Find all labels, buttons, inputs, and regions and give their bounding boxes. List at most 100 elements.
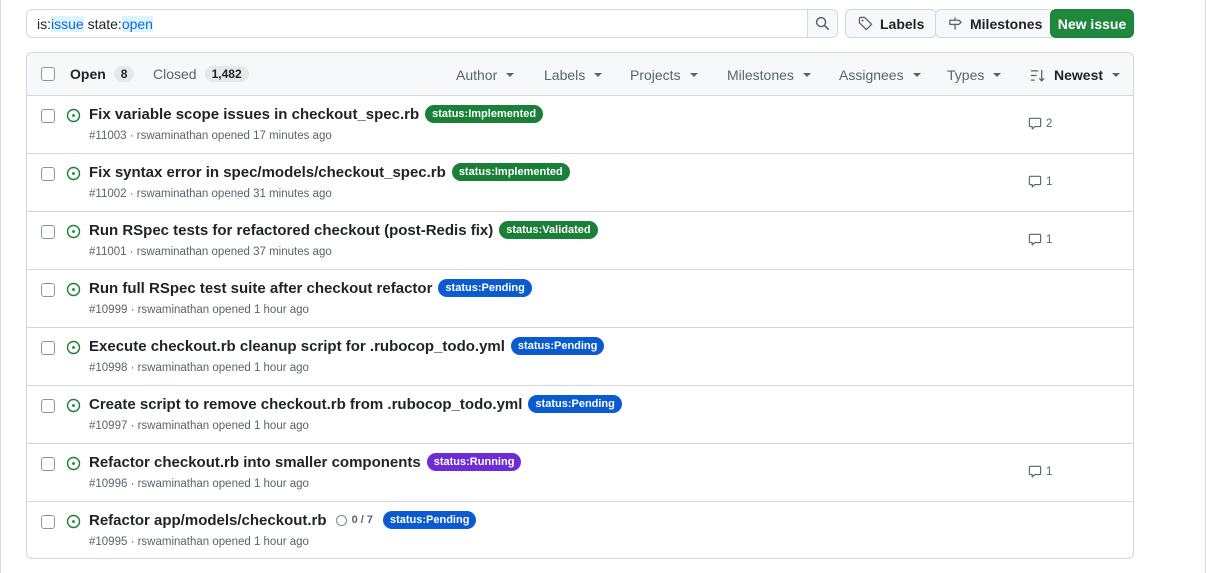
issue-checkbox[interactable] [41,109,55,123]
labels-button[interactable]: Labels [845,9,938,38]
issues-list: Open 8 Closed 1,482 Author Labels Projec… [26,52,1134,559]
issue-row[interactable]: Refactor app/models/checkout.rb 0 / 7 st… [27,502,1133,558]
chevron-down-icon [594,73,603,77]
comment-count: 1 [1046,465,1053,478]
comment-count: 2 [1046,117,1053,130]
comments-link[interactable]: 1 [1028,175,1052,188]
comment-icon [1028,117,1042,130]
open-count-badge: 8 [113,66,135,82]
chevron-down-icon [802,73,811,77]
issue-meta: #11002 · rswaminathan opened 31 minutes … [89,188,332,200]
issue-title-link[interactable]: Fix variable scope issues in checkout_sp… [89,106,419,123]
top-toolbar: is:issue state:open Labels Milestones Ne… [26,9,1136,38]
chevron-down-icon [993,73,1002,77]
status-label[interactable]: status:Validated [499,221,598,239]
filter-types[interactable]: Types [947,67,1002,83]
new-issue-button[interactable]: New issue [1050,9,1134,38]
issue-checkbox[interactable] [41,341,55,355]
filter-label: Labels [544,67,586,83]
issue-meta: #10996 · rswaminathan opened 1 hour ago [89,478,309,490]
task-progress[interactable]: 0 / 7 [335,514,373,527]
issue-opened-icon [66,456,81,471]
issue-checkbox[interactable] [41,399,55,413]
chevron-down-icon [689,73,698,77]
sort-dropdown[interactable]: Newest [1030,67,1121,83]
labels-button-label: Labels [880,15,925,32]
issue-title-link[interactable]: Create script to remove checkout.rb from… [89,396,522,413]
status-label[interactable]: status:Implemented [425,105,544,123]
issue-opened-icon [66,398,81,413]
issue-opened-icon [66,224,81,239]
issue-title-link[interactable]: Refactor checkout.rb into smaller compon… [89,454,421,471]
issue-checkbox[interactable] [41,283,55,297]
issue-meta: #11001 · rswaminathan opened 37 minutes … [89,246,332,258]
search-qualifier: state: [83,16,122,32]
issue-opened-icon [66,108,81,123]
search-icon [815,16,830,31]
issue-title-link[interactable]: Refactor app/models/checkout.rb [89,512,327,529]
milestones-button[interactable]: Milestones [935,9,1056,38]
tag-icon [858,16,873,31]
issue-meta: #10999 · rswaminathan opened 1 hour ago [89,304,309,316]
status-label[interactable]: status:Pending [510,337,605,355]
status-label[interactable]: status:Implemented [451,163,570,181]
search-qualifier-value: open [121,16,153,32]
issue-checkbox[interactable] [41,167,55,181]
issue-opened-icon [66,282,81,297]
issue-row[interactable]: Execute checkout.rb cleanup script for .… [27,328,1133,386]
search-qualifier: is: [37,16,51,32]
issue-row[interactable]: Create script to remove checkout.rb from… [27,386,1133,444]
open-tab[interactable]: Open 8 [70,66,135,82]
issues-list-header: Open 8 Closed 1,482 Author Labels Projec… [27,53,1133,96]
progress-circle-icon [335,514,347,526]
chevron-down-icon [1112,73,1121,77]
issue-title-link[interactable]: Execute checkout.rb cleanup script for .… [89,338,505,355]
filter-author[interactable]: Author [456,67,515,83]
issue-row[interactable]: Fix variable scope issues in checkout_sp… [27,96,1133,154]
comment-icon [1028,175,1042,188]
filter-milestones[interactable]: Milestones [727,67,811,83]
issue-title-link[interactable]: Run full RSpec test suite after checkout… [89,280,432,297]
issue-row[interactable]: Refactor checkout.rb into smaller compon… [27,444,1133,502]
issue-opened-icon [66,166,81,181]
issue-checkbox[interactable] [41,457,55,471]
filter-label: Author [456,67,498,83]
select-all-checkbox[interactable] [41,67,55,81]
comment-count: 1 [1046,175,1053,188]
closed-tab[interactable]: Closed 1,482 [153,66,249,82]
issue-title-link[interactable]: Fix syntax error in spec/models/checkout… [89,164,446,181]
chevron-down-icon [912,73,921,77]
filter-projects[interactable]: Projects [630,67,698,83]
chevron-down-icon [506,73,515,77]
comments-link[interactable]: 1 [1028,465,1052,478]
status-label[interactable]: status:Pending [382,511,477,529]
issue-meta: #11003 · rswaminathan opened 17 minutes … [89,130,332,142]
status-label[interactable]: status:Pending [438,279,532,297]
filter-label: Types [947,67,985,83]
comments-link[interactable]: 2 [1028,117,1052,130]
issue-meta: #10997 · rswaminathan opened 1 hour ago [89,420,309,432]
status-label[interactable]: status:Pending [528,395,622,413]
status-label[interactable]: status:Running [426,453,522,471]
sort-label: Newest [1054,67,1104,83]
issue-meta: #10998 · rswaminathan opened 1 hour ago [89,362,309,374]
filter-labels[interactable]: Labels [544,67,603,83]
issue-checkbox[interactable] [41,515,55,529]
search-button[interactable] [807,10,837,37]
comment-icon [1028,233,1042,246]
comments-link[interactable]: 1 [1028,233,1052,246]
search-input[interactable]: is:issue state:open [26,9,838,38]
filter-label: Milestones [727,67,794,83]
closed-tab-label: Closed [153,66,197,82]
issue-row[interactable]: Run full RSpec test suite after checkout… [27,270,1133,328]
search-query[interactable]: is:issue state:open [37,16,153,32]
issue-checkbox[interactable] [41,225,55,239]
issue-row[interactable]: Run RSpec tests for refactored checkout … [27,212,1133,270]
milestone-icon [949,17,962,30]
closed-count-badge: 1,482 [204,66,249,82]
issue-title-link[interactable]: Run RSpec tests for refactored checkout … [89,222,493,239]
comment-icon [1028,465,1042,478]
issue-opened-icon [66,340,81,355]
filter-assignees[interactable]: Assignees [839,67,921,83]
issue-row[interactable]: Fix syntax error in spec/models/checkout… [27,154,1133,212]
